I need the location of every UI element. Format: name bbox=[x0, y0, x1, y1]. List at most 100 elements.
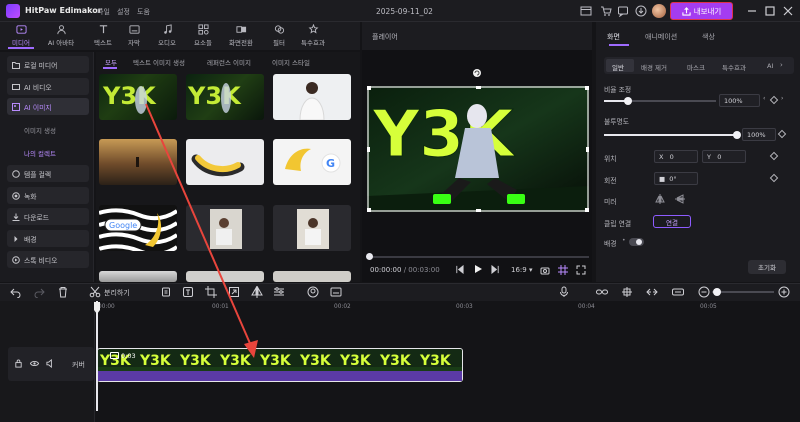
sidebar-subitem-image-generate[interactable]: 이미지 생성 bbox=[24, 125, 56, 135]
filter-tab-text-to-image[interactable]: 텍스트 이미지 생성 bbox=[133, 57, 185, 67]
track-visibility-icon[interactable] bbox=[30, 359, 39, 368]
undo-icon[interactable] bbox=[10, 286, 22, 298]
sidebar-item-ai-video[interactable]: AI 비디오 bbox=[7, 78, 89, 95]
split-label[interactable]: 분리하기 bbox=[104, 288, 130, 298]
flip-horizontal-icon[interactable] bbox=[655, 194, 665, 204]
filter-tab-all[interactable]: 모두 bbox=[105, 57, 117, 67]
track-lock-icon[interactable] bbox=[14, 359, 23, 368]
link-clips-icon[interactable] bbox=[596, 286, 608, 298]
tab-animation[interactable]: 애니메이션 bbox=[645, 32, 677, 42]
split-icon[interactable] bbox=[89, 286, 101, 298]
delete-icon[interactable] bbox=[57, 286, 69, 298]
playback-scrubber[interactable] bbox=[366, 253, 373, 260]
thumb-image bbox=[299, 82, 325, 120]
next-frame-icon[interactable] bbox=[491, 265, 500, 274]
rotate-input[interactable]: ■ 0° bbox=[654, 172, 698, 185]
tab-text[interactable]: 텍스트 bbox=[86, 22, 120, 48]
sidebar-item-record[interactable]: 녹화 bbox=[7, 187, 89, 204]
adjust-icon[interactable] bbox=[273, 286, 285, 298]
playback-progress[interactable] bbox=[367, 256, 589, 258]
sidebar-item-download[interactable]: 다운로드 bbox=[7, 208, 89, 225]
opacity-slider-fill bbox=[604, 134, 736, 136]
track-mute-icon[interactable] bbox=[46, 359, 55, 368]
tab-transition[interactable]: 화면전환 bbox=[224, 22, 258, 48]
play-icon[interactable] bbox=[473, 264, 483, 274]
tab-subtitle[interactable]: 자막 bbox=[117, 22, 151, 48]
close-icon[interactable] bbox=[781, 4, 795, 18]
face-icon[interactable] bbox=[307, 286, 319, 298]
export-button[interactable]: 내보내기 bbox=[670, 2, 733, 20]
zoom-slider[interactable] bbox=[712, 291, 774, 293]
tab-ai-avatar[interactable]: AI 아바타 bbox=[44, 22, 78, 48]
playhead-handle-icon[interactable] bbox=[93, 301, 101, 315]
grid-icon[interactable] bbox=[558, 265, 568, 275]
subtab-ai[interactable]: AI bbox=[767, 62, 773, 70]
media-thumb[interactable] bbox=[273, 205, 351, 251]
menu-settings[interactable]: 설정 bbox=[117, 7, 130, 17]
cart-icon[interactable] bbox=[600, 5, 612, 17]
scale-slider-knob[interactable] bbox=[624, 97, 632, 105]
playhead[interactable] bbox=[96, 301, 98, 411]
flip-vertical-icon[interactable] bbox=[675, 194, 685, 204]
media-thumb[interactable] bbox=[273, 74, 351, 120]
scale-value-input[interactable]: 100% bbox=[719, 94, 760, 107]
scale-label: 비율 조정 bbox=[604, 86, 632, 94]
position-x-input[interactable]: X 0 bbox=[654, 150, 698, 163]
subtitle-tool-icon[interactable] bbox=[330, 286, 342, 298]
snap-icon[interactable] bbox=[646, 286, 658, 298]
filter-tab-image-style[interactable]: 이미지 스타일 bbox=[272, 57, 310, 67]
download-icon[interactable] bbox=[635, 5, 647, 17]
sidebar-item-stock-video[interactable]: 스톡 비디오 bbox=[7, 251, 89, 268]
zoom-out-icon[interactable] bbox=[698, 286, 710, 298]
position-y-input[interactable]: Y 0 bbox=[702, 150, 746, 163]
tab-audio[interactable]: 오디오 bbox=[150, 22, 184, 48]
magnet-icon[interactable] bbox=[621, 286, 633, 298]
sidebar-item-template[interactable]: 템플 컬렉 bbox=[7, 165, 89, 182]
media-thumb[interactable] bbox=[273, 271, 351, 282]
layout-icon[interactable] bbox=[580, 5, 592, 17]
reset-button[interactable]: 초기화 bbox=[748, 260, 786, 274]
avatar[interactable] bbox=[652, 4, 666, 18]
opacity-slider-knob[interactable] bbox=[733, 131, 741, 139]
subtab-effects[interactable]: 특수효과 bbox=[722, 62, 746, 72]
fullscreen-icon[interactable] bbox=[576, 265, 586, 275]
message-icon[interactable] bbox=[617, 5, 629, 17]
snapshot-icon[interactable] bbox=[540, 265, 550, 275]
tab-color[interactable]: 색상 bbox=[702, 32, 715, 42]
subtab-mask[interactable]: 마스크 bbox=[687, 62, 705, 72]
menu-file[interactable]: 파일 bbox=[97, 7, 110, 17]
fit-icon[interactable] bbox=[672, 286, 684, 298]
link-button[interactable]: 연결 bbox=[653, 215, 691, 228]
subtab-general[interactable]: 일반 bbox=[612, 62, 624, 72]
redo-icon[interactable] bbox=[33, 286, 45, 298]
keyframe-prev-icon[interactable]: ‹ bbox=[763, 95, 765, 102]
aspect-ratio-select[interactable]: 16:9 ▾ bbox=[511, 266, 532, 274]
sidebar-subitem-my-collection[interactable]: 나의 컬렉트 bbox=[24, 148, 56, 158]
zoom-in-icon[interactable] bbox=[778, 286, 790, 298]
filter-tab-reference-image[interactable]: 레퍼런스 이미지 bbox=[207, 57, 251, 67]
keyframe-next-icon[interactable]: › bbox=[781, 95, 783, 102]
chevron-right-icon[interactable]: › bbox=[780, 61, 783, 69]
tab-filter[interactable]: 필터 bbox=[262, 22, 296, 48]
sidebar-item-ai-image[interactable]: AI 이미지 bbox=[7, 98, 89, 115]
filter-tab-indicator bbox=[103, 67, 117, 69]
sidebar-item-background[interactable]: 배경 bbox=[7, 230, 89, 247]
tab-screen[interactable]: 화면 bbox=[607, 32, 620, 42]
opacity-value-input[interactable]: 100% bbox=[742, 128, 776, 141]
info-icon: • bbox=[622, 237, 626, 244]
zoom-slider-knob[interactable] bbox=[713, 288, 721, 296]
video-preview[interactable]: Y3K bbox=[367, 86, 589, 212]
tab-elements[interactable]: 요소들 bbox=[186, 22, 220, 48]
prev-frame-icon[interactable] bbox=[455, 265, 464, 274]
maximize-icon[interactable] bbox=[763, 4, 777, 18]
rotate-handle-icon[interactable] bbox=[472, 68, 482, 78]
media-thumb[interactable]: G bbox=[273, 139, 351, 185]
microphone-icon[interactable] bbox=[558, 286, 570, 298]
sidebar-item-local-media[interactable]: 로컬 미디어 bbox=[7, 56, 89, 73]
menu-help[interactable]: 도움 bbox=[137, 7, 150, 17]
subtab-remove-bg[interactable]: 배경 제거 bbox=[641, 62, 667, 72]
tab-media[interactable]: 미디어 bbox=[4, 22, 38, 48]
minimize-icon[interactable] bbox=[745, 4, 759, 18]
total-time: / 00:03:00 bbox=[403, 266, 440, 274]
tab-effects[interactable]: 특수효과 bbox=[296, 22, 330, 48]
